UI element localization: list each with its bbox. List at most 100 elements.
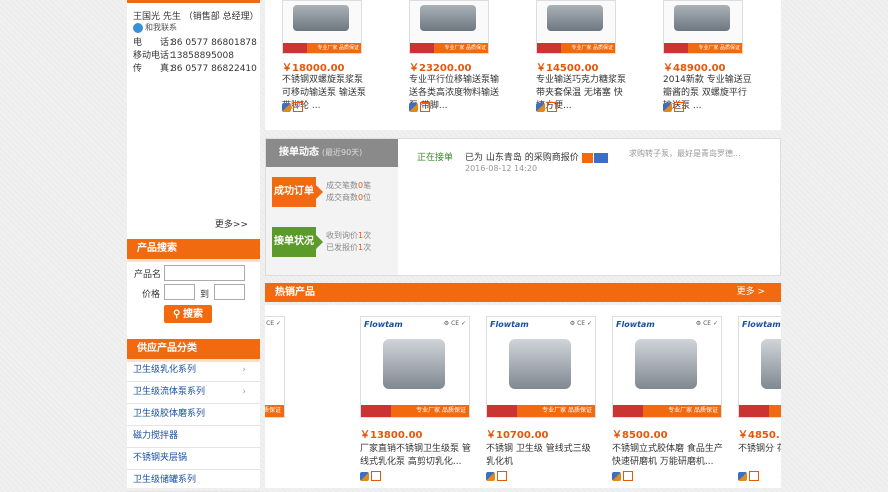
fax-label: 传 真： — [133, 64, 179, 74]
quality-badge: 专业厂家 品质保证 — [613, 405, 721, 417]
order-stats-side: 成功订单 成交笔数0笔 成交商数0位 接单状况 收到询价1次 已发报价1次 — [266, 167, 398, 275]
search-icon: ⚲ — [172, 309, 181, 320]
quality-badge-text: 专业厂家 品质保证 — [444, 45, 486, 51]
product-image[interactable]: 专业厂家 品质保证 — [663, 0, 743, 54]
product-name-link[interactable]: 厂家直销不锈钢卫生级泵 管线式乳化泵 高剪切乳化... — [360, 443, 472, 469]
certification-marks: ⚙ CE ✓ — [265, 320, 281, 327]
credit-icon — [420, 102, 430, 112]
product-price: ￥23200.00 — [409, 63, 472, 74]
order-tab-subtitle: (最近90天) — [321, 148, 363, 157]
product-icons — [612, 471, 635, 482]
order-tab-title: 接单动态 — [279, 147, 319, 158]
search-button[interactable]: ⚲ 搜索 — [164, 305, 212, 323]
shield-icon — [612, 471, 621, 481]
search-button-label: 搜索 — [183, 309, 204, 320]
product-name-input[interactable] — [164, 265, 245, 281]
product-image[interactable]: Flowtam⚙ CE ✓专业厂家 品质保证 — [265, 316, 285, 418]
price-max-input[interactable] — [214, 284, 245, 300]
machine-illustration — [509, 339, 571, 389]
tel-badge — [410, 43, 434, 53]
brand-logo: Flowtam — [364, 320, 403, 329]
tel-badge — [613, 405, 643, 417]
stat-label: 收到询价 — [326, 231, 358, 240]
hot-products-list: Flowtam ⚙ CE ✓ 专业厂家 品质保证切乳化机 Flowtam ⚙ CE ✓ 专… — [265, 305, 781, 488]
credit-icon — [497, 471, 507, 481]
contact-card: 王国光 先生 （销售部 总经理） 和我联系 电 话：86 0577 868018… — [127, 0, 260, 233]
product-image[interactable]: Flowtam⚙ CE ✓专业厂家 品质保证 — [360, 316, 470, 418]
feed-buyer-request[interactable]: 求购转子泵，最好是青岛罗德... — [629, 148, 741, 159]
certification-marks: ⚙ CE ✓ — [695, 320, 718, 327]
certification-marks: ⚙ CE ✓ — [569, 320, 592, 327]
category-label: 卫生级胶体磨系列 — [133, 409, 206, 419]
order-tab[interactable]: 接单动态 (最近90天) — [266, 139, 398, 167]
qq-icon[interactable] — [581, 152, 593, 163]
category-item[interactable]: 卫生级储罐系列 — [127, 470, 260, 492]
category-label: 不锈钢夹层锅 — [133, 453, 188, 463]
product-icons — [738, 471, 761, 482]
price-label: 价格 — [142, 290, 161, 300]
credit-icon — [371, 471, 381, 481]
feed-text-value: 已为 山东青岛 的采购商报价 — [465, 153, 579, 163]
quality-badge-text: 专业厂家 品质保证 — [668, 407, 718, 414]
product-image[interactable]: Flowtam⚙ CE ✓专业厂家 品质保证 — [738, 316, 781, 418]
product-image[interactable]: Flowtam⚙ CE ✓专业厂家 品质保证 — [486, 316, 596, 418]
message-icon[interactable] — [593, 152, 608, 163]
hot-products-header: 热销产品 更多 > — [265, 283, 781, 302]
shield-icon — [282, 102, 291, 112]
category-item[interactable]: 卫生级流体泵系列 › — [127, 382, 260, 404]
fax-value: 86 0577 86822410 — [171, 64, 257, 74]
quality-badge-text: 专业厂家 品质保证 — [571, 45, 613, 51]
stat-label: 成交笔数 — [326, 181, 358, 190]
product-name-link[interactable]: 不锈钢 卫生级 管线式三级乳化机 — [486, 443, 598, 469]
stat-line: 已发报价1次 — [326, 242, 371, 254]
product-name-link[interactable]: 不锈钢立式胶体磨 食品生产 快速研磨机 万能研磨机... — [612, 443, 724, 469]
product-name-link[interactable]: 切乳化机 — [265, 443, 287, 456]
product-icons — [536, 102, 559, 113]
category-item[interactable]: 卫生级胶体磨系列 — [127, 404, 260, 426]
product-image[interactable]: 专业厂家 品质保证 — [536, 0, 616, 54]
tel-badge — [361, 405, 391, 417]
shield-icon — [486, 471, 495, 481]
product-price: ￥4850. — [738, 430, 780, 441]
category-label: 卫生级储罐系列 — [133, 475, 197, 485]
left-sidebar: 王国光 先生 （销售部 总经理） 和我联系 电 话：86 0577 868018… — [127, 0, 260, 492]
order-dynamics-panel: 接单动态 (最近90天) 成功订单 成交笔数0笔 成交商数0位 接单状况 收到询价… — [265, 138, 781, 276]
quality-badge: 专业厂家 品质保证 — [487, 405, 595, 417]
phone-line: 电 话：86 0577 86801878 — [133, 35, 257, 48]
contact-more-link[interactable]: 更多>> — [215, 217, 248, 230]
quality-badge-text: 专业厂家 品质保证 — [542, 407, 592, 414]
stat-unit: 笔 — [363, 181, 372, 190]
category-item[interactable]: 卫生级乳化系列 › — [127, 360, 260, 382]
product-icons — [360, 471, 383, 482]
product-name-link[interactable]: 不锈钢分 花生酱 ... — [738, 443, 781, 456]
brand-logo: Flowtam — [616, 320, 655, 329]
quality-badge: 专业厂家 品质保证 — [361, 405, 469, 417]
quality-badge-text: 专业厂家 品质保证 — [265, 407, 281, 414]
category-item[interactable]: 磁力搅拌器 — [127, 426, 260, 448]
product-image[interactable]: 专业厂家 品质保证 — [282, 0, 362, 54]
pump-illustration — [674, 5, 730, 31]
category-label: 卫生级流体泵系列 — [133, 387, 206, 397]
contact-name: 王国光 先生 （销售部 总经理） — [133, 12, 259, 22]
product-search-header: 产品搜索 — [127, 239, 260, 262]
product-image[interactable]: Flowtam ⚙ CE ✓ 专业厂家 品质保证 — [612, 316, 722, 418]
credit-icon — [749, 471, 759, 481]
hot-more-link[interactable]: 更多 > — [737, 283, 765, 302]
tel-badge — [283, 43, 307, 53]
success-order-badge: 成功订单 — [272, 177, 323, 207]
tel-badge — [487, 405, 517, 417]
quality-badge: 专业厂家 品质保证 — [739, 405, 781, 417]
product-image[interactable]: 专业厂家 品质保证 — [409, 0, 489, 54]
category-label: 磁力搅拌器 — [133, 431, 179, 441]
price-to-label: 到 — [200, 290, 210, 300]
stat-unit: 次 — [363, 243, 372, 252]
tel-badge — [739, 405, 769, 417]
product-icons — [486, 471, 509, 482]
success-stats: 成交笔数0笔 成交商数0位 — [326, 180, 371, 204]
pump-illustration — [547, 5, 603, 31]
category-item[interactable]: 不锈钢夹层锅 — [127, 448, 260, 470]
chat-link[interactable]: 和我联系 — [133, 22, 177, 33]
chevron-right-icon: › — [242, 387, 246, 397]
price-min-input[interactable] — [164, 284, 195, 300]
categories-header: 供应产品分类 — [127, 339, 260, 362]
